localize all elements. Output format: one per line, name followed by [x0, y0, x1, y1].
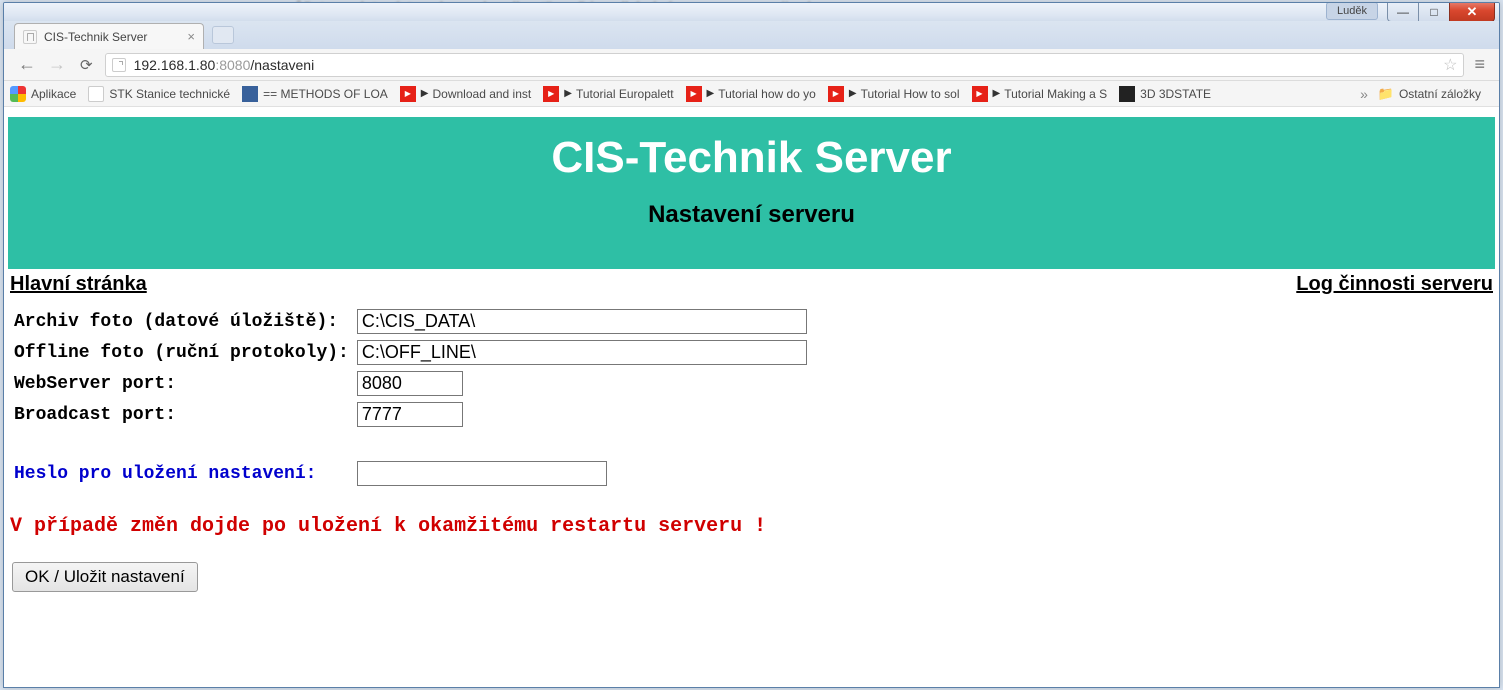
- bookmark-item[interactable]: STK Stanice technické: [88, 86, 230, 102]
- bookmark-label: Tutorial Making a S: [1004, 87, 1107, 101]
- browser-toolbar: ← → ⟳ 192.168.1.80:8080/nastaveni ☆ ≡: [4, 49, 1499, 81]
- url-host: 192.168.1.80: [134, 57, 216, 73]
- url-port: :8080: [215, 57, 250, 73]
- page-icon: [112, 58, 126, 72]
- bookmark-apps[interactable]: Aplikace: [10, 86, 76, 102]
- bookmark-item[interactable]: ▶▶Tutorial Making a S: [972, 86, 1108, 102]
- browser-window: Luděk — □ ✕ CIS-Technik Server × ← → ⟳ 1…: [3, 2, 1500, 688]
- new-tab-button[interactable]: [212, 26, 234, 44]
- link-home[interactable]: Hlavní stránka: [10, 273, 147, 296]
- bookmark-item[interactable]: ▶ ▶ Tutorial Europalett: [543, 86, 673, 102]
- bookmark-overflow-icon[interactable]: »: [1360, 86, 1368, 102]
- label-save-password: Heslo pro uložení nastavení:: [10, 458, 353, 489]
- save-button[interactable]: OK / Uložit nastavení: [12, 562, 198, 592]
- window-maximize-button[interactable]: □: [1418, 2, 1450, 22]
- window-close-button[interactable]: ✕: [1449, 2, 1495, 22]
- bookmark-label: STK Stanice technické: [109, 87, 230, 101]
- page-subtitle: Nastavení serveru: [8, 201, 1495, 229]
- page-content: CIS-Technik Server Nastavení serveru Hla…: [4, 107, 1499, 592]
- input-webserver-port[interactable]: [357, 371, 463, 396]
- window-minimize-button[interactable]: —: [1387, 2, 1419, 22]
- play-icon: ▶: [993, 88, 1001, 99]
- input-archiv-foto[interactable]: [357, 309, 807, 334]
- bookmark-other-folder[interactable]: 📁 Ostatní záložky: [1378, 86, 1481, 102]
- page-icon: [23, 30, 37, 44]
- url-path: /nastaveni: [250, 57, 314, 73]
- label-broadcast-port: Broadcast port:: [10, 399, 353, 430]
- bookmark-label: 3D 3DSTATE: [1140, 87, 1211, 101]
- chrome-user-pill[interactable]: Luděk: [1326, 2, 1378, 20]
- youtube-icon: ▶: [400, 86, 416, 102]
- site-icon: [1119, 86, 1135, 102]
- youtube-icon: ▶: [828, 86, 844, 102]
- restart-warning: V případě změn dojde po uložení k okamži…: [10, 515, 1493, 538]
- nav-back-button[interactable]: ←: [12, 54, 42, 75]
- site-icon: [242, 86, 258, 102]
- bookmark-star-icon[interactable]: ☆: [1443, 55, 1457, 75]
- tab-close-icon[interactable]: ×: [187, 29, 195, 44]
- settings-form: Archiv foto (datové úložiště): Offline f…: [8, 296, 1495, 489]
- apps-icon: [10, 86, 26, 102]
- link-log[interactable]: Log činnosti serveru: [1296, 273, 1493, 296]
- address-bar[interactable]: 192.168.1.80:8080/nastaveni ☆: [105, 53, 1465, 77]
- bookmark-label: Ostatní záložky: [1399, 87, 1481, 101]
- bookmark-label: Tutorial How to sol: [861, 87, 960, 101]
- input-offline-foto[interactable]: [357, 340, 807, 365]
- bookmark-label: Tutorial how do yo: [718, 87, 816, 101]
- youtube-icon: ▶: [543, 86, 559, 102]
- bookmark-item[interactable]: ▶ ▶ Download and inst: [400, 86, 531, 102]
- bookmark-label: Download and inst: [433, 87, 532, 101]
- bookmark-item[interactable]: 3D 3DSTATE: [1119, 86, 1211, 102]
- youtube-icon: ▶: [972, 86, 988, 102]
- nav-forward-button[interactable]: →: [42, 54, 72, 75]
- input-save-password[interactable]: [357, 461, 607, 486]
- page-icon: [88, 86, 104, 102]
- nav-links-row: Hlavní stránka Log činnosti serveru: [8, 269, 1495, 296]
- label-archiv-foto: Archiv foto (datové úložiště):: [10, 306, 353, 337]
- input-broadcast-port[interactable]: [357, 402, 463, 427]
- bookmark-bar: Aplikace STK Stanice technické == METHOD…: [4, 81, 1499, 107]
- youtube-icon: ▶: [686, 86, 702, 102]
- play-icon: ▶: [421, 88, 429, 99]
- window-titlebar: Luděk — □ ✕: [4, 3, 1499, 21]
- label-offline-foto: Offline foto (ruční protokoly):: [10, 337, 353, 368]
- bookmark-label: Tutorial Europalett: [576, 87, 674, 101]
- page-title: CIS-Technik Server: [8, 133, 1495, 183]
- bookmark-label: Aplikace: [31, 87, 76, 101]
- play-icon: ▶: [707, 88, 715, 99]
- bookmark-item[interactable]: ▶▶Tutorial how do yo: [686, 86, 816, 102]
- bookmark-item[interactable]: == METHODS OF LOA: [242, 86, 388, 102]
- tab-title: CIS-Technik Server: [44, 30, 147, 44]
- tab-strip: CIS-Technik Server ×: [4, 21, 1499, 49]
- page-banner: CIS-Technik Server Nastavení serveru: [8, 117, 1495, 269]
- play-icon: ▶: [564, 88, 572, 99]
- folder-icon: 📁: [1378, 86, 1394, 102]
- play-icon: ▶: [849, 88, 857, 99]
- bookmark-item[interactable]: ▶ ▶ Tutorial How to sol: [828, 86, 960, 102]
- nav-reload-button[interactable]: ⟳: [72, 56, 101, 74]
- label-webserver-port: WebServer port:: [10, 368, 353, 399]
- bookmark-label: == METHODS OF LOA: [263, 87, 388, 101]
- browser-tab[interactable]: CIS-Technik Server ×: [14, 23, 204, 49]
- chrome-menu-button[interactable]: ≡: [1468, 54, 1491, 75]
